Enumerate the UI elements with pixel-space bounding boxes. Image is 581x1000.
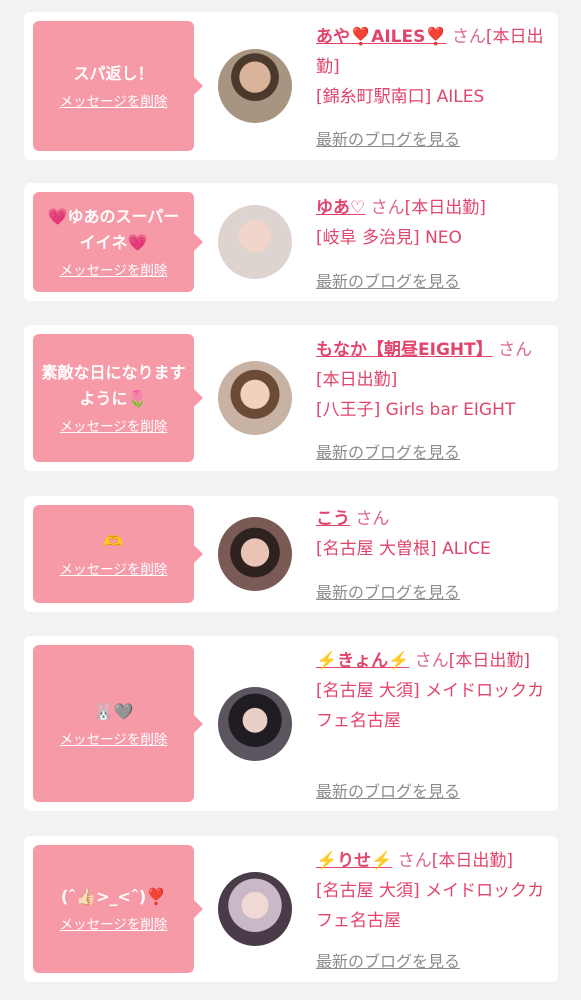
sender-name-link[interactable]: もなか【朝昼EIGHT】 xyxy=(316,340,493,360)
delete-message-link[interactable]: メッセージを削除 xyxy=(60,731,168,749)
work-status: [本日出勤] xyxy=(448,651,531,671)
latest-blog-link[interactable]: 最新のブログを見る xyxy=(316,268,460,292)
honorific: さん xyxy=(498,340,533,360)
shop-info: [名古屋 大曽根] ALICE xyxy=(316,539,491,559)
latest-blog-link[interactable]: 最新のブログを見る xyxy=(316,778,460,802)
message-bubble: 🐰🩶 メッセージを削除 xyxy=(33,645,203,802)
message-bubble: スパ返し！ メッセージを削除 xyxy=(33,21,203,151)
shop-info: [名古屋 大須] メイドロックカフェ名古屋 xyxy=(316,881,545,931)
sender-name-link[interactable]: ⚡️りせ⚡️ xyxy=(316,851,392,871)
sender-name-link[interactable]: ゆあ♡ xyxy=(316,198,365,218)
honorific: さん xyxy=(370,198,405,218)
message-bubble: (ˆ👍🏻>_<ˆ)❣️ メッセージを削除 xyxy=(33,845,203,973)
message-text: 素敵な日になりますように🌷 xyxy=(41,363,186,408)
honorific: さん xyxy=(397,851,432,871)
sender-name-link[interactable]: こう xyxy=(316,509,350,529)
latest-blog-link[interactable]: 最新のブログを見る xyxy=(316,126,460,150)
honorific: さん xyxy=(451,27,486,47)
avatar[interactable] xyxy=(218,517,292,591)
sender-info: ⚡️りせ⚡️ さん[本日出勤] [名古屋 大須] メイドロックカフェ名古屋 xyxy=(316,846,550,936)
avatar[interactable] xyxy=(218,49,292,123)
message-text: (ˆ👍🏻>_<ˆ)❣️ xyxy=(60,887,167,906)
message-bubble: 💗ゆあのスーパーイイネ💗 メッセージを削除 xyxy=(33,192,203,292)
latest-blog-link[interactable]: 最新のブログを見る xyxy=(316,439,460,463)
latest-blog-link[interactable]: 最新のブログを見る xyxy=(316,579,460,603)
message-card: スパ返し！ メッセージを削除 あや❣️AILES❣️ さん[本日出勤] [錦糸町… xyxy=(24,12,558,160)
message-card: (ˆ👍🏻>_<ˆ)❣️ メッセージを削除 ⚡️りせ⚡️ さん[本日出勤] [名古… xyxy=(24,836,558,982)
shop-info: [岐阜 多治見] NEO xyxy=(316,228,462,248)
shop-info: [錦糸町駅南口] AILES xyxy=(316,87,485,107)
avatar[interactable] xyxy=(218,361,292,435)
shop-info: [八王子] Girls bar EIGHT xyxy=(316,400,516,420)
message-text: 💗ゆあのスーパーイイネ💗 xyxy=(47,207,180,252)
message-text: 🐰🩶 xyxy=(93,701,134,721)
work-status: [本日出勤] xyxy=(431,851,514,871)
sender-info: もなか【朝昼EIGHT】 さん [本日出勤] [八王子] Girls bar EI… xyxy=(316,335,550,425)
sender-info: ⚡️きょん⚡️ さん[本日出勤] [名古屋 大須] メイドロックカフェ名古屋 xyxy=(316,646,550,736)
message-card: 🐰🩶 メッセージを削除 ⚡️きょん⚡️ さん[本日出勤] [名古屋 大須] メイ… xyxy=(24,636,558,811)
sender-info: こう さん [名古屋 大曽根] ALICE xyxy=(316,504,550,564)
message-list: スパ返し！ メッセージを削除 あや❣️AILES❣️ さん[本日出勤] [錦糸町… xyxy=(0,0,581,1000)
message-card: 素敵な日になりますように🌷 メッセージを削除 もなか【朝昼EIGHT】 さん [本… xyxy=(24,325,558,471)
message-bubble: 素敵な日になりますように🌷 メッセージを削除 xyxy=(33,334,203,462)
message-card: 💗ゆあのスーパーイイネ💗 メッセージを削除 ゆあ♡ さん[本日出勤] [岐阜 多… xyxy=(24,183,558,301)
work-status: [本日出勤] xyxy=(404,198,486,218)
avatar[interactable] xyxy=(218,205,292,279)
delete-message-link[interactable]: メッセージを削除 xyxy=(60,418,168,436)
sender-info: あや❣️AILES❣️ さん[本日出勤] [錦糸町駅南口] AILES xyxy=(316,22,550,112)
honorific: さん xyxy=(355,509,390,529)
latest-blog-link[interactable]: 最新のブログを見る xyxy=(316,948,460,972)
avatar[interactable] xyxy=(218,872,292,946)
delete-message-link[interactable]: メッセージを削除 xyxy=(60,262,168,280)
delete-message-link[interactable]: メッセージを削除 xyxy=(60,916,168,934)
honorific: さん xyxy=(414,651,449,671)
sender-name-link[interactable]: ⚡️きょん⚡️ xyxy=(316,651,409,671)
shop-info: [名古屋 大須] メイドロックカフェ名古屋 xyxy=(316,681,545,731)
work-status: [本日出勤] xyxy=(316,370,398,390)
sender-name-link[interactable]: あや❣️AILES❣️ xyxy=(316,27,447,47)
avatar[interactable] xyxy=(218,687,292,761)
message-bubble: 🫶 メッセージを削除 xyxy=(33,505,203,603)
message-card: 🫶 メッセージを削除 こう さん [名古屋 大曽根] ALICE 最新のブログを… xyxy=(24,496,558,612)
sender-info: ゆあ♡ さん[本日出勤] [岐阜 多治見] NEO xyxy=(316,193,550,253)
message-text: 🫶 xyxy=(103,532,124,551)
delete-message-link[interactable]: メッセージを削除 xyxy=(60,561,168,579)
message-text: スパ返し！ xyxy=(73,64,154,83)
delete-message-link[interactable]: メッセージを削除 xyxy=(60,93,168,111)
